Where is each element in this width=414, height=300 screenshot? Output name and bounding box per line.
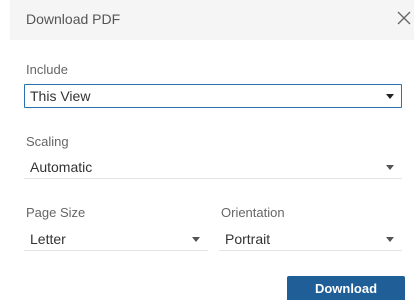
orientation-select[interactable]: Portrait — [219, 227, 402, 251]
orientation-value: Portrait — [225, 231, 271, 247]
page-size-label: Page Size — [26, 205, 86, 220]
page-size-value: Letter — [30, 231, 66, 247]
chevron-down-icon — [386, 94, 394, 99]
include-select[interactable]: This View — [24, 84, 402, 108]
chevron-down-icon — [386, 165, 394, 170]
dialog-header: Download PDF — [10, 0, 414, 40]
dialog-title: Download PDF — [26, 11, 121, 27]
include-value: This View — [30, 88, 91, 104]
scaling-label: Scaling — [26, 134, 69, 149]
download-button[interactable]: Download — [287, 276, 405, 300]
close-icon[interactable] — [397, 11, 411, 25]
include-label: Include — [26, 62, 68, 77]
chevron-down-icon — [192, 237, 200, 242]
scaling-select[interactable]: Automatic — [24, 155, 402, 179]
scaling-value: Automatic — [30, 159, 93, 175]
page-size-select[interactable]: Letter — [24, 227, 208, 251]
orientation-label: Orientation — [221, 205, 285, 220]
chevron-down-icon — [386, 237, 394, 242]
